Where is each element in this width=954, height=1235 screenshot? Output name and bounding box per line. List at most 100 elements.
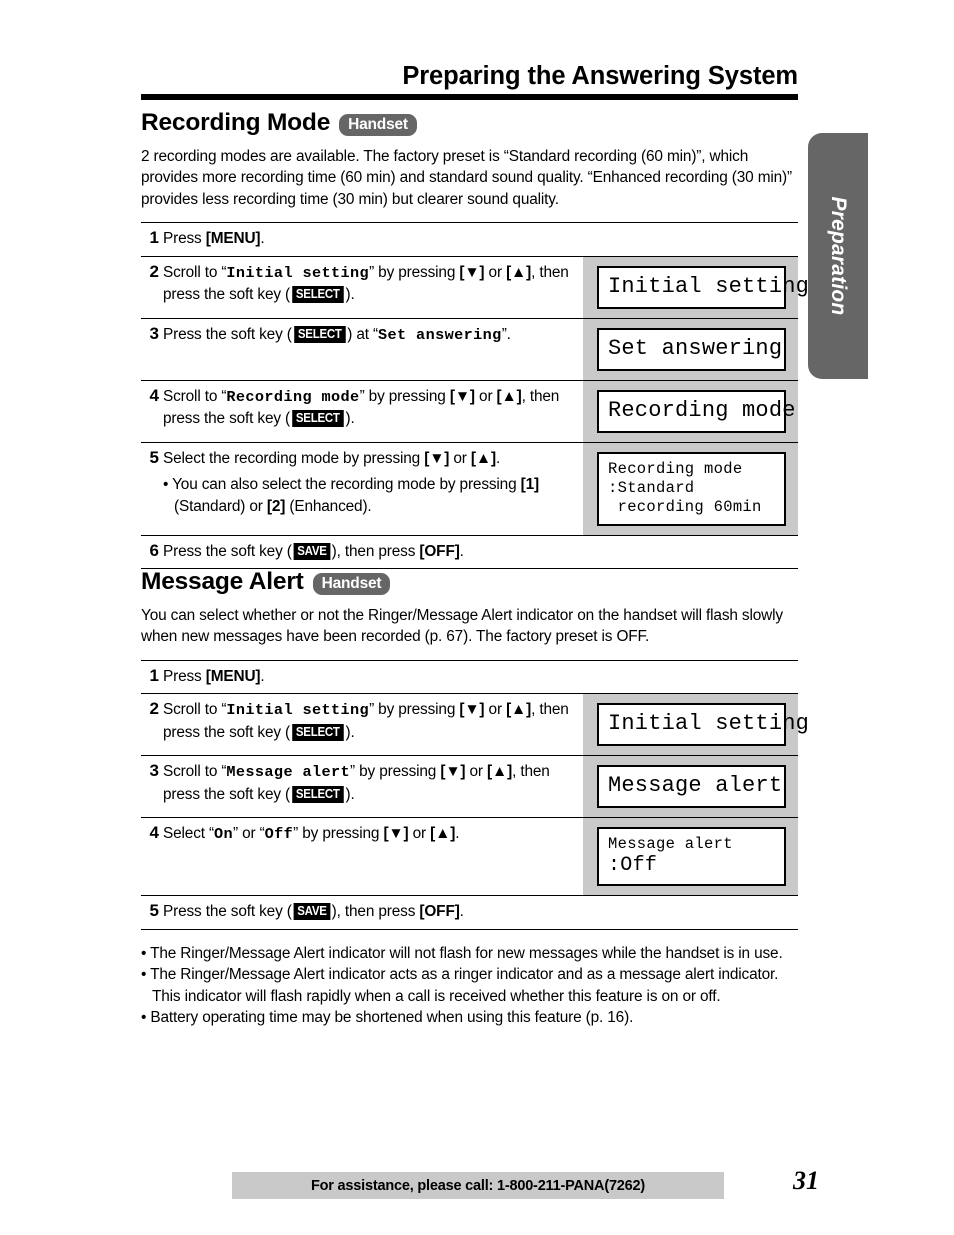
key-label: [2] xyxy=(266,497,286,515)
notes-list: • The Ringer/Message Alert indicator wil… xyxy=(141,943,798,1029)
key-label: [▼] xyxy=(449,387,475,405)
handset-badge: Handset xyxy=(339,113,417,137)
lcd-line: Message alert xyxy=(608,835,733,854)
step-row: 5 Select the recording mode by pressing [… xyxy=(141,442,798,536)
lcd-display: Message alert:Off xyxy=(597,827,786,887)
display-string: Off xyxy=(264,825,294,844)
key-label: [1] xyxy=(520,476,540,494)
display-string: Set answering xyxy=(378,325,502,344)
step-row: 6 Press the soft key (SAVE), then press [… xyxy=(141,535,798,570)
step-display-cell xyxy=(583,660,798,694)
step-row: 2 Scroll to “Initial setting” by pressing… xyxy=(141,256,810,319)
note-item: • The Ringer/Message Alert indicator act… xyxy=(141,966,779,1005)
step-display-cell: Recording mode xyxy=(583,380,798,442)
side-tab-preparation: Preparation xyxy=(808,133,868,379)
lcd-line: Set answering xyxy=(608,335,783,361)
step-text: Press [MENU]. xyxy=(163,667,265,685)
step-number: 3 xyxy=(149,323,159,343)
key-label: [▲] xyxy=(470,449,496,467)
step-row: 1 Press [MENU]. xyxy=(141,660,798,695)
step-display-cell: Set answering xyxy=(583,318,798,380)
section-heading-message-alert: Message Alert Handset xyxy=(141,568,798,596)
step-number: 6 xyxy=(149,540,159,560)
running-head-rule xyxy=(141,94,798,100)
step-display-cell: Message alert xyxy=(583,756,798,818)
step-text: Press [MENU]. xyxy=(163,230,265,248)
step-instruction: 1 Press [MENU]. xyxy=(141,661,583,694)
step-text: Select “On” or “Off” by pressing [▼] or … xyxy=(163,825,460,844)
section-heading-recording-mode: Recording Mode Handset xyxy=(141,109,798,137)
lcd-display: Message alert xyxy=(597,765,786,809)
step-number: 3 xyxy=(149,761,159,781)
step-number: 1 xyxy=(149,228,159,248)
step-number: 4 xyxy=(149,823,159,843)
step-number: 5 xyxy=(149,901,159,921)
section-title: Recording Mode xyxy=(141,109,331,136)
side-tab-label: Preparation xyxy=(827,196,850,316)
lcd-display: Recording mode xyxy=(597,389,795,433)
step-row: 2 Scroll to “Initial setting” by pressing… xyxy=(141,694,809,757)
display-string: Message alert xyxy=(226,763,351,782)
step-instruction: 2 Scroll to “Initial setting” by pressing… xyxy=(141,257,583,318)
handset-badge: Handset xyxy=(312,572,391,596)
display-string: On xyxy=(213,825,234,844)
softkey-select-badge: SELECT xyxy=(292,286,344,304)
step-number: 4 xyxy=(149,385,159,405)
key-label: [▲] xyxy=(506,701,532,719)
note-item: • The Ringer/Message Alert indicator wil… xyxy=(141,944,783,962)
softkey-save-badge: SAVE xyxy=(293,542,331,560)
section-intro-message-alert: You can select whether or not the Ringer… xyxy=(141,606,783,646)
assistance-footer: For assistance, please call: 1-800-211-P… xyxy=(232,1172,724,1199)
step-row: 3 Scroll to “Message alert” by pressing [… xyxy=(141,756,798,819)
section-title: Message Alert xyxy=(141,568,304,596)
step-text: Select the recording mode by pressing [▼… xyxy=(163,449,501,467)
lcd-line: :Standard xyxy=(608,478,695,497)
key-label: [▼] xyxy=(459,263,485,281)
key-label: [▲] xyxy=(430,825,456,843)
step-row: 4 Scroll to “Recording mode” by pressing … xyxy=(141,380,798,443)
lcd-display: Initial setting xyxy=(597,703,809,747)
key-label: [▼] xyxy=(383,825,409,843)
key-label: [▼] xyxy=(459,701,485,719)
key-label: [MENU] xyxy=(205,667,261,685)
step-display-cell: Recording mode:Standard recording 60min xyxy=(583,442,798,535)
softkey-select-badge: SELECT xyxy=(292,785,344,803)
softkey-select-badge: SELECT xyxy=(293,325,346,343)
step-display-cell: Initial setting xyxy=(583,694,809,756)
step-number: 2 xyxy=(149,261,159,281)
steps-table-message-alert: 1 Press [MENU]. 2 Scroll to “Initial settin… xyxy=(141,659,809,930)
step-instruction: 5 Select the recording mode by pressing [… xyxy=(141,443,583,535)
step-instruction: 5 Press the soft key (SAVE), then press [… xyxy=(141,896,583,929)
page-number: 31 xyxy=(793,1166,819,1195)
step-instruction: 2 Scroll to “Initial setting” by pressing… xyxy=(141,694,583,755)
step-instruction: 3 Press the soft key (SELECT) at “Set ans… xyxy=(141,319,583,380)
key-label: [▲] xyxy=(496,387,522,405)
step-text: Press the soft key (SAVE), then press [O… xyxy=(163,903,464,921)
step-row: 3 Press the soft key (SELECT) at “Set ans… xyxy=(141,318,798,381)
softkey-save-badge: SAVE xyxy=(293,903,331,921)
lcd-display: Initial setting xyxy=(597,265,810,309)
step-instruction: 6 Press the soft key (SAVE), then press [… xyxy=(141,536,583,569)
running-head: Preparing the Answering System xyxy=(402,62,798,90)
lcd-display: Recording mode:Standard recording 60min xyxy=(597,451,786,526)
steps-table-recording-mode: 1 Press [MENU]. 2 Scroll to “Initial settin… xyxy=(141,222,810,570)
step-instruction: 4 Scroll to “Recording mode” by pressing … xyxy=(141,381,583,442)
lcd-line: Initial setting xyxy=(608,273,810,299)
step-display-cell xyxy=(583,223,798,256)
manual-page: Preparing the Answering System Preparati… xyxy=(0,0,954,1235)
lcd-line: Recording mode xyxy=(608,459,743,478)
display-string: Recording mode xyxy=(226,387,360,406)
display-string: Initial setting xyxy=(226,701,370,720)
lcd-line: Message alert xyxy=(608,773,783,799)
step-text: Scroll to “Initial setting” by pressing … xyxy=(163,263,569,304)
lcd-line: recording 60min xyxy=(608,497,762,516)
step-number: 1 xyxy=(149,665,159,685)
page-content: Recording Mode Handset 2 recording modes a… xyxy=(141,109,810,1029)
step-instruction: 1 Press [MENU]. xyxy=(141,223,583,256)
key-label: [▲] xyxy=(487,763,513,781)
step-subnote: • You can also select the recording mode… xyxy=(163,476,540,515)
step-number: 2 xyxy=(149,699,159,719)
lcd-display: Set answering xyxy=(597,327,786,371)
step-number: 5 xyxy=(149,447,159,467)
lcd-line: :Off xyxy=(608,854,658,878)
